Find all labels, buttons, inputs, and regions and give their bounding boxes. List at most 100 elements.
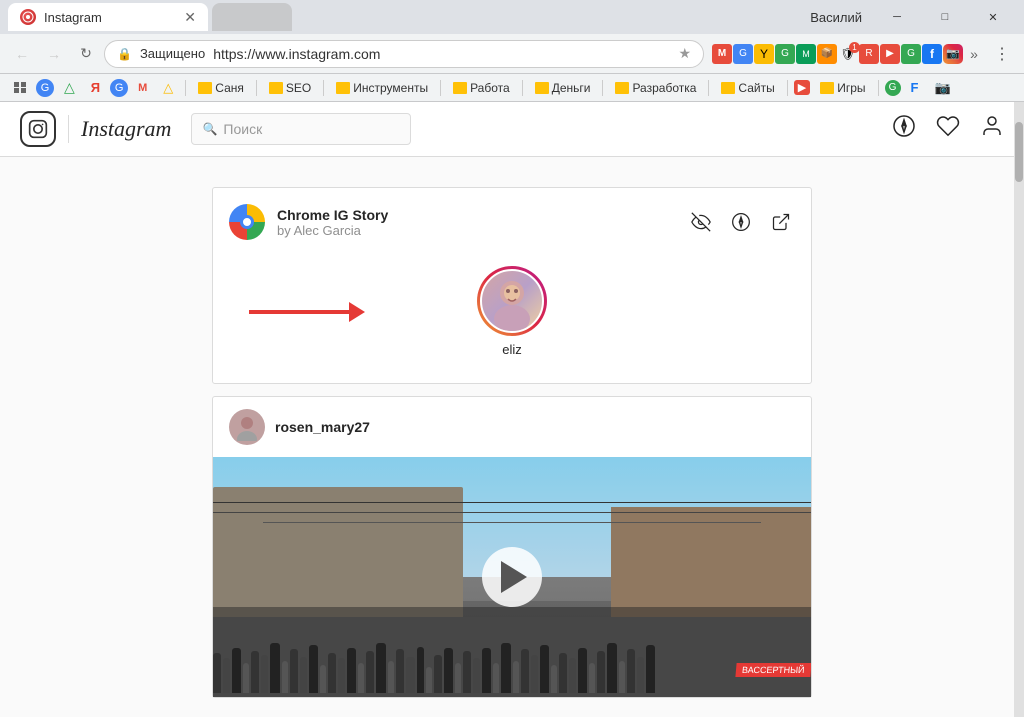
close-button[interactable]: ✕: [970, 1, 1016, 33]
back-button[interactable]: ←: [8, 40, 36, 68]
bookmark-f-label[interactable]: F: [905, 78, 925, 97]
extension-icons: M G Y G M 📦 🛡 1 R ▶ G f 📷 »: [712, 44, 984, 64]
bookmark-sites-label: Сайты: [738, 81, 774, 95]
tab-favicon: [20, 9, 36, 25]
scrollbar-thumb[interactable]: [1015, 122, 1023, 182]
menu-button[interactable]: ⋮: [988, 40, 1016, 68]
bookmark-work[interactable]: Работа: [447, 79, 516, 97]
bookmark-separator-4: [440, 80, 441, 96]
red-arrow-graphic: [249, 302, 365, 322]
story-avatar-wrap[interactable]: eliz: [477, 266, 547, 357]
forward-button[interactable]: →: [40, 40, 68, 68]
secure-icon: 🔒: [117, 47, 132, 61]
search-area: 🔍 Поиск: [191, 113, 411, 145]
bookmark-money[interactable]: Деньги: [529, 79, 597, 97]
ext-icon-ig[interactable]: 📷: [943, 44, 963, 64]
user-label: Василий: [810, 10, 862, 25]
reload-button[interactable]: ↻: [72, 40, 100, 68]
bookmark-apps[interactable]: [8, 80, 32, 95]
maximize-button[interactable]: □: [922, 1, 968, 33]
bookmark-games[interactable]: Игры: [814, 79, 871, 97]
bookmark-drive[interactable]: △: [58, 77, 81, 98]
bookmark-separator-1: [185, 80, 186, 96]
bookmark-drive2[interactable]: △: [157, 78, 179, 98]
ext-icon-shield[interactable]: 🛡 1: [838, 44, 858, 64]
folder-icon: [721, 82, 735, 94]
bookmark-games-label: Игры: [837, 81, 865, 95]
story-widget-actions: [687, 208, 795, 236]
story-widget-name: Chrome IG Story: [277, 207, 388, 223]
search-placeholder: Поиск: [223, 121, 262, 137]
page-content: Instagram 🔍 Поиск: [0, 102, 1024, 717]
ext-icon-5[interactable]: M: [796, 44, 816, 64]
active-tab[interactable]: Instagram ✕: [8, 3, 208, 31]
search-box[interactable]: 🔍 Поиск: [191, 113, 411, 145]
open-external-button[interactable]: [767, 208, 795, 236]
story-avatar-ring: [477, 266, 547, 336]
bookmark-green-g[interactable]: G: [885, 80, 901, 96]
arrow-shaft: [249, 310, 349, 314]
ext-icon-1[interactable]: M: [712, 44, 732, 64]
feed-post: rosen_mary27: [212, 396, 812, 698]
bookmark-google[interactable]: G: [36, 79, 54, 97]
arrow-head: [349, 302, 365, 322]
bookmark-yandex[interactable]: Я: [85, 78, 106, 97]
ext-icon-green[interactable]: G: [901, 44, 921, 64]
post-image[interactable]: ВАССЕРТНЫЙ: [213, 457, 811, 697]
ext-icon-6[interactable]: 📦: [817, 44, 837, 64]
bookmark-tools[interactable]: Инструменты: [330, 79, 434, 97]
heart-button[interactable]: [936, 114, 960, 144]
bookmark-tools-label: Инструменты: [353, 81, 428, 95]
address-bar[interactable]: 🔒 Защищено https://www.instagram.com ★: [104, 40, 704, 68]
instagram-feed: Chrome IG Story by Alec Garcia: [212, 187, 812, 698]
compass-button[interactable]: [892, 114, 916, 144]
post-avatar[interactable]: [229, 409, 265, 445]
bookmark-money-label: Деньги: [552, 81, 591, 95]
chrome-ig-story-icon: [229, 204, 265, 240]
bookmark-star-icon[interactable]: ★: [678, 45, 691, 62]
bookmark-dev[interactable]: Разработка: [609, 79, 702, 97]
ext-icon-4[interactable]: G: [775, 44, 795, 64]
new-tab-button[interactable]: [212, 3, 292, 31]
ext-icon-2[interactable]: G: [733, 44, 753, 64]
bookmark-g2[interactable]: G: [110, 79, 128, 97]
scrollbar[interactable]: [1014, 102, 1024, 717]
hide-story-button[interactable]: [687, 208, 715, 236]
bookmark-separator-2: [256, 80, 257, 96]
folder-icon: [535, 82, 549, 94]
header-actions: [892, 114, 1004, 144]
story-avatar-username: eliz: [502, 342, 522, 357]
play-button[interactable]: [482, 547, 542, 607]
title-bar: Instagram ✕ Василий ─ □ ✕: [0, 0, 1024, 34]
red-arrow: [249, 302, 365, 322]
ext-icon-red[interactable]: R: [859, 44, 879, 64]
folder-icon: [336, 82, 350, 94]
post-username[interactable]: rosen_mary27: [275, 419, 370, 435]
bookmark-seo-label: SEO: [286, 81, 311, 95]
bookmark-separator-6: [602, 80, 603, 96]
bookmark-youtube-red[interactable]: ▶: [794, 80, 810, 95]
ext-icon-3[interactable]: Y: [754, 44, 774, 64]
bookmark-gmail[interactable]: M: [132, 80, 153, 96]
minimize-button[interactable]: ─: [874, 1, 920, 33]
ext-icon-yt[interactable]: ▶: [880, 44, 900, 64]
bookmark-ig[interactable]: 📷: [928, 78, 956, 98]
tab-title: Instagram: [44, 10, 172, 25]
chrome-icon-inner: [240, 215, 254, 229]
tab-close-button[interactable]: ✕: [184, 9, 196, 26]
address-text: https://www.instagram.com: [213, 46, 670, 62]
bookmark-separator-5: [522, 80, 523, 96]
more-extensions-button[interactable]: »: [964, 44, 984, 64]
bookmark-sanya[interactable]: Саня: [192, 79, 250, 97]
search-icon: 🔍: [202, 122, 217, 136]
bookmark-sites[interactable]: Сайты: [715, 79, 780, 97]
instagram-page: Instagram 🔍 Поиск: [0, 102, 1024, 717]
folder-icon: [453, 82, 467, 94]
profile-button[interactable]: [980, 114, 1004, 144]
shield-badge: 1: [849, 42, 860, 53]
bookmarks-bar: G △ Я G M △ Саня SEO Инструменты Работа …: [0, 74, 1024, 102]
secure-label: Защищено: [140, 46, 205, 61]
ext-icon-f[interactable]: f: [922, 44, 942, 64]
bookmark-seo[interactable]: SEO: [263, 79, 317, 97]
compass-story-button[interactable]: [727, 208, 755, 236]
